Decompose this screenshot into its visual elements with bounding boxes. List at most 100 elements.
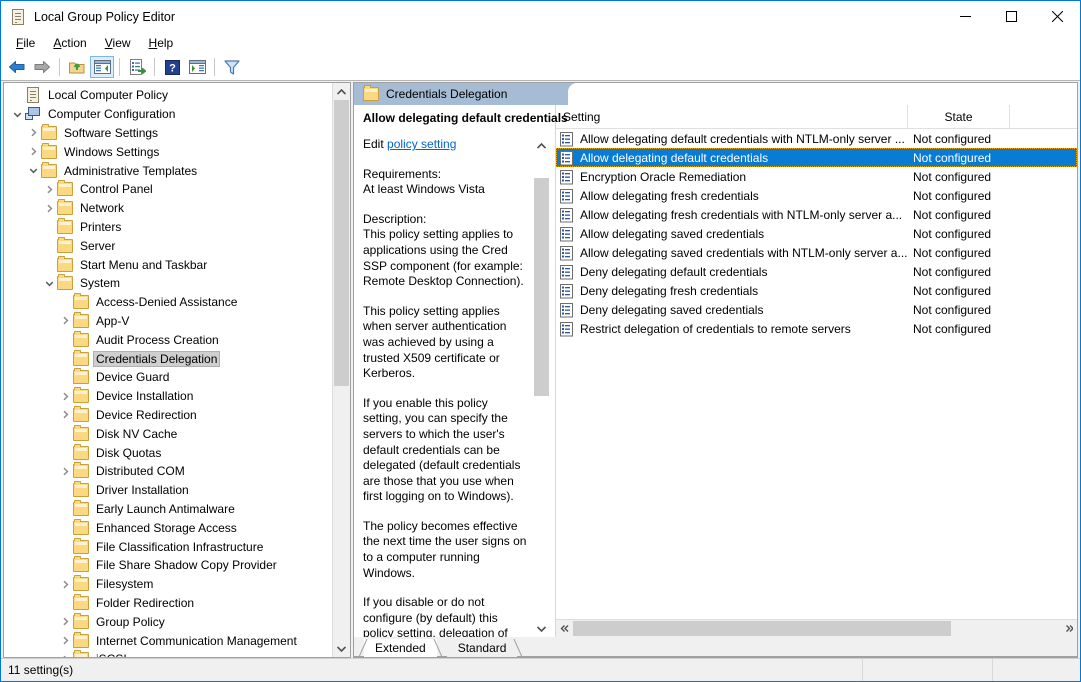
menu-file[interactable]: File	[7, 34, 44, 52]
tree-item-disk-nv-cache[interactable]: Disk NV Cache	[4, 424, 332, 443]
tree-item-system[interactable]: System	[4, 274, 332, 293]
tree-item-label: Disk Quotas	[96, 445, 162, 460]
list-horizontal-scrollbar[interactable]	[556, 619, 1077, 637]
tree-item-device-installation[interactable]: Device Installation	[4, 387, 332, 406]
tab-extended[interactable]: Extended	[358, 638, 443, 658]
chevron-right-icon[interactable]	[25, 125, 41, 141]
show-hide-console-tree-button[interactable]	[90, 56, 114, 78]
up-one-level-button[interactable]	[65, 56, 89, 78]
detail-vertical-scrollbar[interactable]	[533, 137, 550, 637]
table-row[interactable]: Allow delegating fresh credentials with …	[556, 205, 1077, 224]
export-list-button[interactable]	[125, 56, 149, 78]
back-button[interactable]	[5, 56, 29, 78]
help-button[interactable]: ?	[160, 56, 184, 78]
table-row[interactable]: Allow delegating fresh credentials Not co…	[556, 186, 1077, 205]
table-row[interactable]: Deny delegating saved credentials Not con…	[556, 300, 1077, 319]
tree-scroll-up-arrow[interactable]	[333, 83, 350, 100]
close-button[interactable]	[1034, 1, 1080, 31]
policy-setting-link[interactable]: policy setting	[387, 137, 456, 151]
tree-item-group-policy[interactable]: Group Policy	[4, 612, 332, 631]
tree-item-distributed-com[interactable]: Distributed COM	[4, 462, 332, 481]
tree-vertical-scrollbar[interactable]	[332, 83, 350, 657]
tree-item-start-menu-and-taskbar[interactable]: Start Menu and Taskbar	[4, 255, 332, 274]
tree-item-file-share-shadow-copy-provider[interactable]: File Share Shadow Copy Provider	[4, 556, 332, 575]
show-hide-action-pane-button[interactable]	[185, 56, 209, 78]
chevron-right-icon[interactable]	[41, 181, 57, 197]
tree-item-device-redirection[interactable]: Device Redirection	[4, 405, 332, 425]
tree-item-server[interactable]: Server	[4, 236, 332, 255]
chevron-right-icon[interactable]	[57, 614, 73, 630]
tree-item-access-denied-assistance[interactable]: Access-Denied Assistance	[4, 293, 332, 312]
chevron-right-icon[interactable]	[57, 463, 73, 479]
list-scroll-left-arrow[interactable]	[556, 620, 573, 637]
tree-item-local-computer-policy[interactable]: Local Computer Policy	[4, 86, 332, 105]
tree-item-internet-communication-management[interactable]: Internet Communication Management	[4, 631, 332, 650]
chevron-right-icon[interactable]	[57, 388, 73, 404]
table-row[interactable]: Allow delegating saved credentials Not co…	[556, 224, 1077, 243]
tree-scroll-thumb[interactable]	[334, 100, 349, 386]
chevron-down-icon[interactable]	[9, 106, 25, 122]
tree-item-filesystem[interactable]: Filesystem	[4, 575, 332, 594]
tree-item-file-classification-infrastructure[interactable]: File Classification Infrastructure	[4, 537, 332, 556]
tree-item-audit-process-creation[interactable]: Audit Process Creation	[4, 330, 332, 349]
tree-item-network[interactable]: Network	[4, 199, 332, 218]
forward-button[interactable]	[30, 56, 54, 78]
description-paragraph: If you enable this policy setting, you c…	[363, 395, 521, 504]
policy-setting-icon	[559, 131, 575, 147]
tree-item-label: Enhanced Storage Access	[96, 520, 237, 535]
list-scroll-thumb[interactable]	[573, 621, 951, 636]
filter-button[interactable]	[220, 56, 244, 78]
table-row[interactable]: Allow delegating saved credentials with …	[556, 243, 1077, 262]
tree-item-device-guard[interactable]: Device Guard	[4, 368, 332, 387]
tree-item-printers[interactable]: Printers	[4, 217, 332, 237]
menu-action[interactable]: Action	[44, 34, 95, 52]
chevron-down-icon[interactable]	[41, 275, 57, 291]
chevron-right-icon[interactable]	[57, 407, 73, 423]
tree-item-windows-settings[interactable]: Windows Settings	[4, 142, 332, 161]
tree-item-early-launch-antimalware[interactable]: Early Launch Antimalware	[4, 499, 332, 519]
tree-item-folder-redirection[interactable]: Folder Redirection	[4, 593, 332, 613]
detail-scroll-thumb[interactable]	[534, 178, 549, 396]
chevron-right-icon[interactable]	[57, 313, 73, 329]
table-row[interactable]: Allow delegating default credentials Not …	[556, 148, 1077, 167]
table-row[interactable]: Encryption Oracle Remediation Not configu…	[556, 167, 1077, 186]
chevron-right-icon[interactable]	[57, 633, 73, 649]
table-row[interactable]: Allow delegating default credentials wit…	[556, 129, 1077, 148]
tab-standard[interactable]: Standard	[446, 638, 523, 658]
list-rows[interactable]: Allow delegating default credentials wit…	[556, 129, 1077, 619]
menu-view[interactable]: View	[96, 34, 140, 52]
tree-item-computer-configuration[interactable]: Computer Configuration	[4, 105, 332, 124]
table-row[interactable]: Restrict delegation of credentials to re…	[556, 319, 1077, 338]
chevron-right-icon[interactable]	[41, 200, 57, 216]
setting-name-cell: Encryption Oracle Remediation	[580, 169, 747, 184]
chevron-right-icon[interactable]	[57, 651, 73, 657]
expander-placeholder	[57, 595, 73, 611]
detail-scroll-down-arrow[interactable]	[533, 620, 550, 637]
tree-item-credentials-delegation[interactable]: Credentials Delegation	[4, 349, 332, 368]
tree-item-enhanced-storage-access[interactable]: Enhanced Storage Access	[4, 518, 332, 537]
list-scroll-track[interactable]	[573, 620, 1060, 637]
tree-item-control-panel[interactable]: Control Panel	[4, 180, 332, 199]
tree-item-driver-installation[interactable]: Driver Installation	[4, 481, 332, 500]
table-row[interactable]: Deny delegating default credentials Not c…	[556, 262, 1077, 281]
chevron-right-icon[interactable]	[25, 144, 41, 160]
tree-item-software-settings[interactable]: Software Settings	[4, 123, 332, 143]
tree-item-administrative-templates[interactable]: Administrative Templates	[4, 161, 332, 180]
column-header-setting[interactable]: Setting	[556, 105, 908, 128]
tree-item-iscsi[interactable]: iSCSI	[4, 650, 332, 657]
chevron-down-icon[interactable]	[25, 163, 41, 179]
column-header-state[interactable]: State	[908, 105, 1010, 128]
console-tree[interactable]: Local Computer Policy Computer Configurat…	[4, 83, 332, 657]
table-row[interactable]: Deny delegating fresh credentials Not con…	[556, 281, 1077, 300]
minimize-button[interactable]	[942, 1, 988, 31]
tree-scroll-down-arrow[interactable]	[333, 640, 350, 657]
menu-help[interactable]: Help	[140, 34, 183, 52]
maximize-button[interactable]	[988, 1, 1034, 31]
tree-scroll-track[interactable]	[333, 100, 350, 640]
list-scroll-right-arrow[interactable]	[1060, 620, 1077, 637]
detail-scroll-up-arrow[interactable]	[533, 137, 550, 154]
detail-scroll-track[interactable]	[533, 154, 550, 620]
tree-item-disk-quotas[interactable]: Disk Quotas	[4, 443, 332, 462]
chevron-right-icon[interactable]	[57, 576, 73, 592]
tree-item-app-v[interactable]: App-V	[4, 311, 332, 331]
